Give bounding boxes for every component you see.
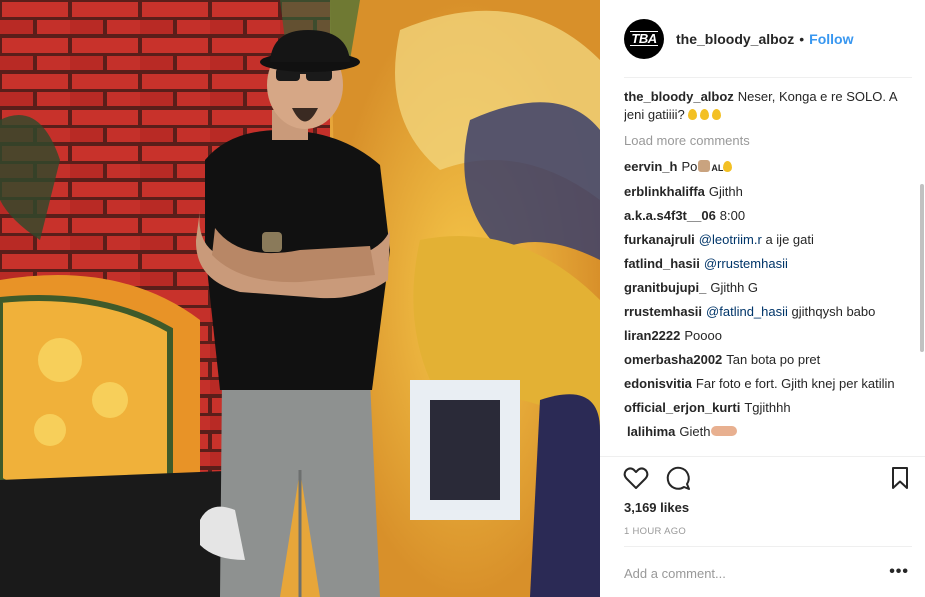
comment-username[interactable]: official_erjon_kurti <box>624 400 740 415</box>
comment-text: Gjithh G <box>710 280 759 295</box>
post-header: TBA the_bloody_alboz • Follow <box>600 0 925 77</box>
comment-item: erblinkhaliffa Gjithh <box>624 183 914 201</box>
comment-text: Gjithh <box>708 184 743 199</box>
bookmark-icon[interactable] <box>886 464 914 492</box>
header-separator: • <box>799 30 805 47</box>
post-side-panel: TBA the_bloody_alboz • Follow the_bloody… <box>600 0 925 597</box>
caption-username[interactable]: the_bloody_alboz <box>624 89 734 104</box>
photo-image <box>0 0 600 597</box>
avatar[interactable]: TBA <box>624 18 664 59</box>
post-photo[interactable] <box>0 0 600 597</box>
post-caption: the_bloody_alboz Neser, Konga e re SOLO. … <box>624 88 914 124</box>
likes-count[interactable]: 3,169 likes <box>624 500 689 515</box>
comment-username[interactable]: rrustemhasii <box>624 304 702 319</box>
post-actions <box>622 464 912 494</box>
comment-username[interactable]: furkanajruli <box>624 232 695 247</box>
comment-username[interactable]: liran2222 <box>624 328 680 343</box>
heart-icon[interactable] <box>622 464 650 492</box>
comment-box-divider <box>624 546 912 547</box>
header-divider <box>624 77 912 78</box>
comment-item: liran2222 Poooo <box>624 327 914 345</box>
comment-text: gjithqysh babo <box>787 304 876 319</box>
comment-item: lalihima Gieth <box>624 423 914 441</box>
comment-text: Gieth <box>679 424 711 439</box>
comment-text: a ije gati <box>761 232 814 247</box>
actions-divider <box>600 456 925 457</box>
more-options-icon[interactable]: ••• <box>889 564 909 580</box>
follow-button[interactable]: Follow <box>809 31 853 47</box>
comment-mention[interactable]: @fatlind_hasii <box>706 304 788 319</box>
comment-username[interactable]: eervin_h <box>624 159 677 174</box>
comment-username[interactable]: omerbasha2002 <box>624 352 722 367</box>
comment-item: furkanajruli @leotriim.r a ije gati <box>624 231 914 249</box>
comment-text-suffix: AL <box>711 163 724 173</box>
post-timestamp[interactable]: 1 HOUR AGO <box>624 526 686 537</box>
comment-item: a.k.a.s4f3t__06 8:00 <box>624 207 914 225</box>
comment-mention[interactable]: @leotriim.r <box>699 232 762 247</box>
comment-username[interactable]: erblinkhaliffa <box>624 184 705 199</box>
drop-emoji-icon <box>723 161 733 172</box>
scrollbar-thumb[interactable] <box>920 184 924 352</box>
drops-emoji-icon <box>688 107 724 122</box>
add-comment-input[interactable] <box>624 562 874 584</box>
comment-item: omerbasha2002 Tan bota po pret <box>624 351 914 369</box>
comment-username[interactable]: lalihima <box>627 424 675 439</box>
comment-text: Poooo <box>684 328 722 343</box>
comment-icon[interactable] <box>664 464 692 492</box>
comment-mention[interactable]: @rrustemhasii <box>704 256 788 271</box>
comment-item: edonisvitia Far foto e fort. Gjith knej p… <box>624 375 914 393</box>
comment-text: Tgjithhh <box>744 400 791 415</box>
comment-username[interactable]: a.k.a.s4f3t__06 <box>624 208 716 223</box>
comment-item: rrustemhasii @fatlind_hasii gjithqysh bab… <box>624 303 914 321</box>
header-username[interactable]: the_bloody_alboz <box>676 31 794 47</box>
comment-item: official_erjon_kurti Tgjithhh <box>624 399 914 417</box>
comment-text: Tan bota po pret <box>726 352 821 367</box>
person-emoji-icon <box>698 160 711 172</box>
avatar-logo-text: TBA <box>630 31 658 46</box>
comment-item: fatlind_hasii @rrustemhasii <box>624 255 914 273</box>
comment-username[interactable]: fatlind_hasii <box>624 256 700 271</box>
comment-text: 8:00 <box>719 208 746 223</box>
comment-username[interactable]: granitbujupi_ <box>624 280 706 295</box>
load-more-comments-button[interactable]: Load more comments <box>624 132 914 150</box>
flexed-arm-emoji-icon <box>710 426 737 436</box>
comment-item: eervin_h Po AL <box>624 158 914 177</box>
comments-list[interactable]: the_bloody_alboz Neser, Konga e re SOLO. … <box>624 88 914 458</box>
comment-text: Far foto e fort. Gjith knej per katilin <box>695 376 895 391</box>
comment-item: granitbujupi_ Gjithh G <box>624 279 914 297</box>
comments-scrollbar[interactable] <box>920 88 924 450</box>
comment-text: Po <box>681 159 698 174</box>
comment-username[interactable]: edonisvitia <box>624 376 692 391</box>
